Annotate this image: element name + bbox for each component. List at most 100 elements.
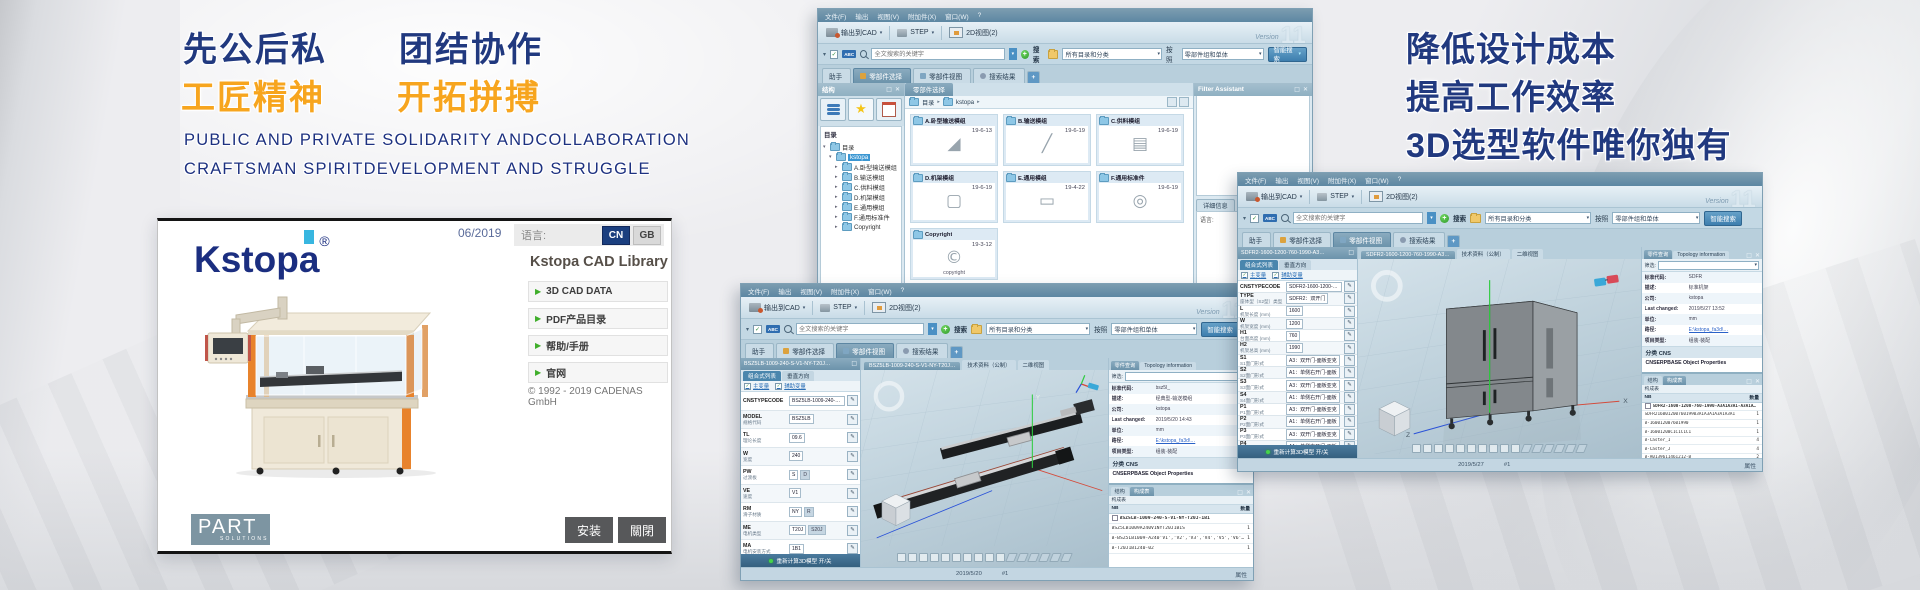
main-tab[interactable]: + <box>950 346 964 358</box>
view-2d-button[interactable]: 2D视图(2) <box>869 300 924 315</box>
part-card[interactable]: D.机架模组 19-6-19 ▢ <box>910 171 998 223</box>
menu-item[interactable]: 视图(V) <box>1297 175 1319 185</box>
tree-item[interactable]: C.供料模组 <box>823 182 901 192</box>
tree-item[interactable]: A.卧型输送模组 <box>823 162 901 172</box>
export-cad-button[interactable]: 输出到CAD <box>746 301 808 315</box>
menu-item[interactable]: ? <box>978 12 982 19</box>
sort-button[interactable] <box>1167 97 1177 107</box>
edit-param-button[interactable] <box>847 525 858 536</box>
installer-menu-item[interactable]: 帮助/手册 <box>528 335 668 356</box>
edit-param-button[interactable] <box>847 395 858 406</box>
main-tab[interactable]: 助手 <box>745 343 774 358</box>
param-value-field[interactable]: 1200 <box>1286 319 1303 329</box>
main-tab[interactable]: 零部件选择 <box>853 68 911 83</box>
param-value-field[interactable]: NY <box>789 507 802 517</box>
bom-row[interactable]: B-Caster_14 <box>1642 437 1762 446</box>
add-search-icon[interactable] <box>1021 50 1029 59</box>
expander-icon[interactable] <box>835 164 840 170</box>
menu-item[interactable]: 文件(F) <box>1245 175 1266 185</box>
main-tab[interactable]: 零部件视图 <box>913 68 971 83</box>
main-tab[interactable]: 搜索结果 <box>896 343 947 358</box>
edit-param-button[interactable] <box>847 543 858 554</box>
tab-topology[interactable]: Topology information <box>1140 362 1196 370</box>
param-value-field[interactable]: BSZ5LB-1009-240-S-V1-N <box>789 396 845 406</box>
expander-icon[interactable] <box>835 184 840 190</box>
part-card[interactable]: C.供料模组 19-6-19 ▤ <box>1096 114 1184 166</box>
param-alt-option[interactable]: D <box>800 470 810 480</box>
installer-menu-item[interactable]: 3D CAD DATA <box>528 281 668 302</box>
chevron-down-icon[interactable] <box>1243 215 1246 222</box>
installer-menu-item[interactable]: PDF产品目录 <box>528 308 668 329</box>
bom-row[interactable]: BSZ5LB1009A240V1NYT20J1B1S1 <box>1109 524 1253 534</box>
expander-icon[interactable] <box>835 194 840 200</box>
bom-row[interactable]: B-1600120076019901 <box>1642 420 1762 429</box>
export-cad-button[interactable]: 输出到CAD <box>1243 190 1305 204</box>
tab-2d-view[interactable]: 二维视图 <box>1512 249 1544 259</box>
menu-item[interactable]: ? <box>901 287 905 294</box>
tab-combined-list[interactable]: 组合式列表 <box>1240 260 1278 270</box>
tab-part-3d[interactable]: BSZ5LB-1009-240-S-V1-NY-T20J… <box>864 362 960 370</box>
smart-search-button[interactable]: 智能搜索 <box>1704 211 1742 226</box>
param-value-field[interactable]: 1600 <box>1286 306 1303 316</box>
scope-select[interactable]: 所有目录和分类 <box>1062 48 1162 60</box>
install-button[interactable]: 安装 <box>565 517 613 543</box>
tab-bom[interactable]: 构成表 <box>1663 376 1687 385</box>
main-variables-checkbox[interactable]: 主变量 <box>1241 271 1266 279</box>
breadcrumb-category[interactable]: kstopa <box>956 99 974 106</box>
step-format-button[interactable]: STEP <box>1314 191 1357 203</box>
smart-search-button[interactable]: 智能搜索 <box>1268 47 1308 62</box>
main-variables-checkbox[interactable]: 主变量 <box>744 382 769 390</box>
view-2d-button[interactable]: 2D视图(2) <box>1366 189 1421 204</box>
expander-icon[interactable] <box>823 144 828 150</box>
part-card[interactable]: Copyright 19-3-12 © copyright <box>910 228 998 280</box>
main-tab[interactable]: 搜索结果 <box>1393 232 1444 247</box>
smart-search-button[interactable]: 智能搜索 <box>1201 322 1239 337</box>
history-button[interactable] <box>876 98 902 121</box>
param-value-field[interactable]: 09.6 <box>789 433 805 443</box>
param-alt-option[interactable]: S20J <box>808 525 825 535</box>
group-select[interactable]: 零部件组和单体 <box>1182 48 1264 60</box>
param-value-field[interactable]: A1：单侧右开门-面板 <box>1286 416 1340 427</box>
aux-variables-checkbox[interactable]: 辅助变量 <box>1272 271 1303 279</box>
tab-tech-data[interactable]: 技术资料（公制） <box>962 360 1015 370</box>
param-value-field[interactable]: T20J <box>789 525 806 535</box>
main-tab[interactable]: 零部件视图 <box>1333 232 1391 247</box>
tab-tech-data[interactable]: 技术资料（公制） <box>1457 249 1510 259</box>
bom-row[interactable]: B-T20J1B1240-021 <box>1109 544 1253 554</box>
bom-row[interactable]: SDFR2-1600-1200-760-1990-A3A1A3A1-A3A1A… <box>1642 403 1762 412</box>
step-format-button[interactable]: STEP <box>817 302 860 314</box>
search-label[interactable]: 搜索 <box>954 324 967 334</box>
add-search-icon[interactable] <box>1440 214 1449 223</box>
edit-param-button[interactable] <box>1344 293 1355 304</box>
param-value-field[interactable]: A1：单侧右开门-面板 <box>1286 367 1340 378</box>
recalculate-3d-button[interactable]: 重新计算3D模型 开/关 <box>741 554 860 567</box>
param-value-field[interactable]: A3：双开门-面板亚克 <box>1286 429 1340 440</box>
chevron-down-icon[interactable] <box>823 51 826 58</box>
menu-item[interactable]: 附加件(X) <box>908 11 936 21</box>
filter-select[interactable] <box>1658 261 1759 270</box>
menu-item[interactable]: 附加件(X) <box>1328 175 1356 185</box>
menu-item[interactable]: 输出 <box>1275 175 1288 185</box>
tab-part-query[interactable]: 零件查询 <box>1111 361 1140 370</box>
bom-row[interactable]: BSZ5LB-1009-240-S-V1-NY-T20J-1B1 <box>1109 514 1253 524</box>
part-card[interactable]: B.输送模组 19-6-19 ╱ <box>1003 114 1091 166</box>
param-value-field[interactable]: S <box>789 470 798 480</box>
close-button[interactable]: 關閉 <box>618 517 666 543</box>
viewport-3d[interactable]: Y <box>861 370 1108 567</box>
edit-param-button[interactable] <box>1344 416 1355 427</box>
menu-item[interactable]: 文件(F) <box>825 11 846 21</box>
search-dropdown-button[interactable] <box>928 323 937 335</box>
tab-structure[interactable]: 结构 <box>1644 376 1662 385</box>
part-card[interactable]: A.卧型输送模组 19-6-13 ◢ <box>910 114 998 166</box>
tab-structure[interactable]: 结构 <box>1111 487 1129 496</box>
param-value-field[interactable]: 240 <box>789 451 803 461</box>
tree-item[interactable]: B.输送模组 <box>823 172 901 182</box>
scope-select[interactable]: 所有目录和分类 <box>1485 212 1591 224</box>
menu-item[interactable]: 窗口(W) <box>945 11 968 21</box>
param-value-field[interactable]: A1：单侧右开门-面板 <box>1286 392 1340 403</box>
menu-item[interactable]: ? <box>1398 176 1402 183</box>
maximize-icon[interactable] <box>886 87 892 93</box>
edit-param-button[interactable] <box>847 488 858 499</box>
expander-icon[interactable] <box>835 174 840 180</box>
filter-select[interactable] <box>1125 372 1250 381</box>
